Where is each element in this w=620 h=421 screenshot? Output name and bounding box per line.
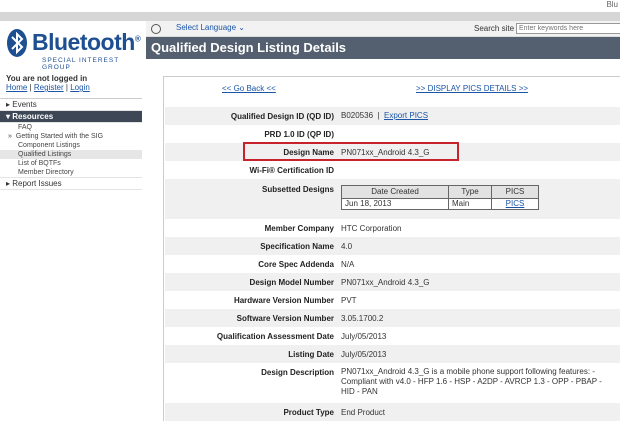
qdid-value: B020536 [341,111,374,120]
listing-details-panel: << Go Back << >> DISPLAY PICS DETAILS >>… [163,76,620,421]
go-back-link[interactable]: << Go Back << [222,84,276,93]
col-type: Type [448,185,492,199]
design-name-highlight-box [243,142,459,161]
login-link[interactable]: Login [70,83,90,92]
col-pics: PICS [491,185,539,199]
logo-wordmark: Bluetooth® [32,29,141,55]
page-title-bar: Qualified Design Listing Details [146,37,620,59]
subsetted-designs-table: Date Created Type PICS Jun 18, 2013 Main… [341,185,539,210]
globe-icon [151,24,161,34]
nav-section: ▸ Events ▾ Resources FAQ » Getting Starte… [0,98,142,190]
row-subsetted-designs: Subsetted Designs Date Created Type PICS… [165,179,620,219]
export-pics-link[interactable]: Export PICS [384,111,428,120]
search-label: Search site [474,24,515,33]
bluetooth-logo[interactable]: Bluetooth® SPECIAL INTEREST GROUP [6,26,142,71]
language-search-bar: Select Language ⌄ Search site [146,21,620,37]
top-corner-text: Blu [606,0,618,9]
table-row: Jun 18, 2013 Main PICS [341,198,539,210]
row-core-spec: Core Spec Addenda N/A [258,260,355,269]
search-input[interactable] [516,23,620,34]
nav-subitem-qualified-listings[interactable]: Qualified Listings [0,150,142,159]
expand-marker-icon: » [8,133,12,140]
row-qdid: Qualified Design ID (QD ID) B020536 | Ex… [165,107,620,125]
row-qa-date: Qualification Assessment Date July/05/20… [216,332,387,341]
nav-subitem-component-listings[interactable]: Component Listings [0,141,142,150]
row-spec-name: Specification Name 4.0 [165,237,620,255]
login-status: You are not logged in Home | Register | … [6,74,136,92]
display-pics-link[interactable]: >> DISPLAY PICS DETAILS >> [416,84,528,93]
row-member-company: Member Company HTC Corporation [264,224,402,233]
row-prd-id: PRD 1.0 ID (QP ID) [264,130,334,139]
col-date-created: Date Created [341,185,449,199]
nav-subitem-member-directory[interactable]: Member Directory [0,168,142,177]
nav-subitem-faq[interactable]: FAQ [0,123,142,132]
logo-subtitle: SPECIAL INTEREST GROUP [42,57,120,71]
left-nav: You are not logged in Home | Register | … [0,74,142,420]
nav-subitem-bqtfs[interactable]: List of BQTFs [0,159,142,168]
nav-subitem-getting-started[interactable]: » Getting Started with the SIG [0,132,142,141]
nav-item-report-issues[interactable]: ▸ Report Issues [0,177,142,190]
bluetooth-rune-icon [7,29,27,57]
top-strip: Blu [0,0,620,12]
row-model-number: Design Model Number PN071xx_Android 4.3_… [165,273,620,291]
subset-pics-link[interactable]: PICS [506,199,525,208]
row-wifi-cert: Wi-Fi® Certification ID [249,166,335,175]
row-product-type: Product Type End Product [165,403,620,421]
register-link[interactable]: Register [34,83,64,92]
login-links: Home | Register | Login [6,83,90,92]
top-bar [0,12,620,21]
row-hw-version: Hardware Version Number PVT [233,296,357,305]
nav-item-events[interactable]: ▸ Events [0,99,142,111]
select-language-dropdown[interactable]: Select Language ⌄ [176,23,245,32]
row-design-description: Design Description PN071xx_Android 4.3_G… [261,367,602,396]
page-title: Qualified Design Listing Details [151,40,347,55]
row-listing-date: Listing Date July/05/2013 [165,345,620,363]
nav-item-resources[interactable]: ▾ Resources [0,111,142,123]
home-link[interactable]: Home [6,83,27,92]
login-status-text: You are not logged in [6,74,88,83]
row-sw-version: Software Version Number 3.05.1700.2 [165,309,620,327]
